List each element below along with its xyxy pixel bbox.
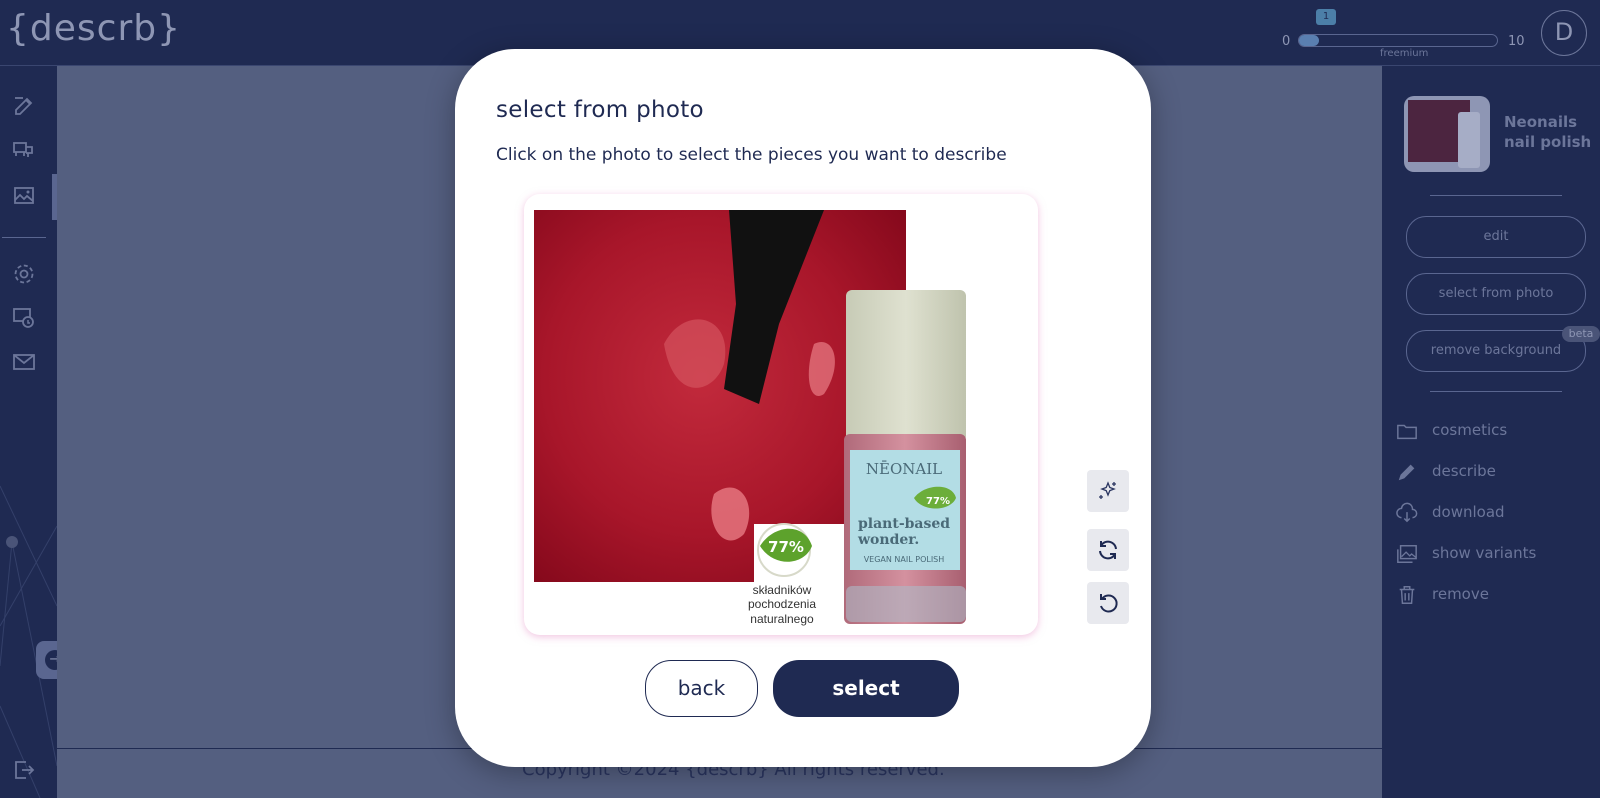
panel-divider: [1430, 195, 1562, 196]
undo-icon: [1100, 594, 1118, 613]
bottle-brand: NĒONAIL: [866, 460, 942, 478]
menu-describe[interactable]: describe: [1396, 458, 1596, 488]
modal-subtitle: Click on the photo to select the pieces …: [496, 145, 1007, 165]
billing-icon[interactable]: [12, 306, 36, 330]
magic-select-button[interactable]: [1087, 470, 1129, 512]
caption-line: składników: [753, 583, 812, 597]
plan-label: freemium: [1380, 48, 1429, 59]
left-sidebar: →: [0, 66, 57, 798]
sidebar-expand-button[interactable]: →: [36, 641, 57, 679]
arrow-right-icon: →: [45, 650, 57, 670]
credits-track: [1298, 34, 1498, 47]
credits-fill: [1299, 35, 1319, 46]
refresh-button[interactable]: [1087, 529, 1129, 571]
credits-max: 10: [1508, 34, 1525, 49]
product-thumbnail[interactable]: [1404, 96, 1490, 172]
menu-show-variants[interactable]: show variants: [1396, 540, 1596, 570]
thumbnail-bottle: [1458, 112, 1480, 168]
menu-download[interactable]: download: [1396, 499, 1596, 529]
product-icon[interactable]: [12, 138, 36, 162]
trash-icon: [1399, 586, 1415, 604]
back-button[interactable]: back: [645, 660, 758, 717]
sparkles-icon: [1099, 481, 1116, 499]
product-name: Neonails nail polish: [1504, 113, 1592, 151]
avatar[interactable]: D: [1541, 10, 1587, 56]
logo[interactable]: {descrb}: [6, 8, 181, 49]
product-photo[interactable]: 77% składników pochodzenia naturalnego N…: [524, 194, 1038, 635]
menu-label: remove: [1432, 585, 1489, 603]
menu-cosmetics[interactable]: cosmetics: [1396, 417, 1596, 447]
images-icon: [1397, 545, 1417, 563]
select-button[interactable]: select: [773, 660, 959, 717]
network-decoration: [0, 485, 57, 798]
mail-icon[interactable]: [12, 350, 36, 374]
caption-line: naturalnego: [750, 612, 814, 626]
bottle-badge: 77%: [926, 496, 950, 507]
bottle-text: wonder.: [857, 532, 919, 548]
select-from-photo-button[interactable]: select from photo: [1406, 273, 1586, 315]
sidebar-divider: [2, 237, 46, 238]
edit-button[interactable]: edit: [1406, 216, 1586, 258]
panel-divider: [1430, 391, 1562, 392]
beta-badge: beta: [1562, 326, 1600, 342]
undo-button[interactable]: [1087, 582, 1129, 624]
caption-line: pochodzenia: [748, 597, 816, 611]
bottle-text: VEGAN NAIL POLISH: [864, 555, 945, 564]
remove-background-button[interactable]: remove background: [1406, 330, 1586, 372]
refresh-icon: [1099, 540, 1117, 560]
folder-icon: [1397, 424, 1417, 440]
image-icon[interactable]: [12, 184, 36, 208]
modal-title: select from photo: [496, 97, 704, 123]
download-icon: [1396, 502, 1418, 523]
credits-meter: 0 1 10 freemium: [1280, 8, 1525, 60]
bottle-cap: [846, 290, 966, 442]
settings-icon[interactable]: [12, 262, 36, 286]
product-photo-canvas[interactable]: 77% składników pochodzenia naturalnego N…: [524, 194, 1038, 635]
logout-icon[interactable]: [12, 758, 36, 782]
menu-label: show variants: [1432, 544, 1537, 562]
credits-used-badge: 1: [1316, 9, 1336, 25]
right-panel: Neonails nail polish edit select from ph…: [1382, 66, 1600, 798]
pencil-icon: [1398, 464, 1415, 481]
menu-label: download: [1432, 503, 1505, 521]
credits-min: 0: [1282, 34, 1291, 49]
menu-remove[interactable]: remove: [1396, 581, 1596, 611]
menu-label: cosmetics: [1432, 421, 1508, 439]
badge-text: 77%: [768, 538, 804, 556]
edit-icon[interactable]: [12, 94, 36, 118]
bottle-text: plant-based: [858, 516, 950, 532]
menu-label: describe: [1432, 462, 1496, 480]
select-from-photo-modal: select from photo Click on the photo to …: [455, 49, 1151, 767]
